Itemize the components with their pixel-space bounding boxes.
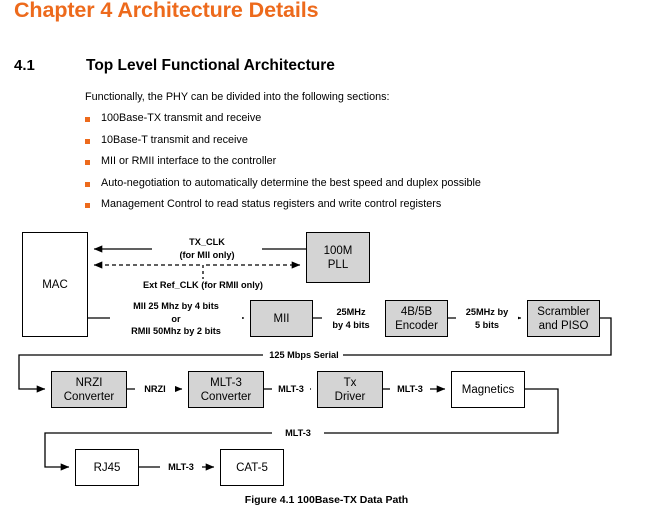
block-txdriver-label-line2: Driver [334,390,366,403]
block-rj45-label: RJ45 [93,461,121,474]
block-mii: MII [250,300,313,337]
block-encoder-label-line1: 4B/5B [400,305,433,318]
block-magnetics-label: Magnetics [461,383,515,396]
block-cat5-label: CAT-5 [236,461,268,474]
block-mac-label: MAC [42,278,68,291]
list-item: Management Control to read status regist… [85,198,625,220]
section-heading: Top Level Functional Architecture [86,57,335,74]
bullet-square-icon [85,138,90,144]
block-mlt3-converter: MLT-3 Converter [188,371,264,408]
signal-mlt3-to-rj45: MLT-3 [275,427,321,440]
block-pll-label-line1: 100M [323,244,353,257]
figure-caption: Figure 4.1 100Base-TX Data Path [244,494,409,506]
block-tx-driver: Tx Driver [317,371,383,408]
list-item-label: MII or RMII interface to the controller [101,155,277,167]
block-100m-pll: 100M PLL [306,232,370,283]
signal-mii-rate-line1: MII 25 Mhz by 4 bits [133,301,219,311]
signal-mlt3-to-magnetics: MLT-3 [390,383,430,396]
signal-mlt3-to-cat5: MLT-3 [160,461,202,474]
signal-nrzi: NRZI [135,383,175,396]
block-nrzi-label-line1: NRZI [75,376,103,389]
block-encoder-label-line2: Encoder [395,319,438,332]
block-nrzi-converter: NRZI Converter [51,371,127,408]
list-item-label: 10Base-T transmit and receive [101,133,248,146]
block-mii-label: MII [273,312,290,325]
list-item-label: 100Base-TX transmit and receive [101,112,262,124]
signal-encoder-input-line2: by 4 bits [332,319,370,330]
bullet-square-icon [85,160,90,165]
signal-mii-rate-line3: RMII 50Mhz by 2 bits [131,326,221,336]
block-nrzi-label-line2: Converter [63,390,115,403]
signal-mlt3-to-txdriver: MLT-3 [272,383,310,396]
block-pll-label-line2: PLL [327,258,349,271]
bullet-square-icon [85,203,90,208]
block-scrambler-piso: Scrambler and PISO [527,300,600,337]
signal-tx-clk: TX_CLK (for MII only) [152,236,262,261]
block-cat5: CAT-5 [220,449,284,486]
block-scrambler-label-line2: and PISO [538,319,589,332]
list-item: MII or RMII interface to the controller [85,155,625,177]
feature-bullet-list: 100Base-TX transmit and receive 10Base-T… [85,112,625,220]
bullet-square-icon [85,117,90,122]
bullet-square-icon [85,181,90,187]
intro-paragraph: Functionally, the PHY can be divided int… [85,91,390,103]
section-number: 4.1 [14,57,35,74]
block-txdriver-label-line1: Tx [343,376,357,389]
list-item: 10Base-T transmit and receive [85,134,625,156]
signal-tx-clk-line2: (for MII only) [179,249,235,260]
list-item-label: Auto-negotiation to automatically determ… [101,176,481,189]
signal-encoder-input-rate: 25MHz by 4 bits [322,306,380,331]
list-item: Auto-negotiation to automatically determ… [85,177,625,199]
signal-125mbps-serial: 125 Mbps Serial [266,349,342,362]
signal-encoder-output-rate: 25MHz by 5 bits [456,306,518,331]
block-magnetics: Magnetics [451,371,525,408]
list-item: 100Base-TX transmit and receive [85,112,625,134]
signal-encoder-output-line1: 25MHz by [465,307,509,317]
block-mac: MAC [22,232,88,337]
block-4b5b-encoder: 4B/5B Encoder [385,300,448,337]
block-mlt3-label-line1: MLT-3 [210,376,242,389]
chapter-title: Chapter 4 Architecture Details [14,0,319,22]
block-rj45: RJ45 [75,449,139,486]
block-scrambler-label-line1: Scrambler [537,305,590,318]
signal-mii-rate: MII 25 Mhz by 4 bits or RMII 50Mhz by 2 … [110,300,242,338]
signal-tx-clk-line1: TX_CLK [189,237,225,247]
signal-encoder-input-line1: 25MHz [336,307,366,317]
signal-ext-ref-clk: Ext Ref_CLK (for RMII only) [108,279,298,292]
list-item-label: Management Control to read status regist… [101,198,442,210]
signal-mii-rate-line2: or [171,313,181,324]
block-mlt3-label-line2: Converter [200,390,252,403]
signal-encoder-output-line2: 5 bits [475,319,499,330]
